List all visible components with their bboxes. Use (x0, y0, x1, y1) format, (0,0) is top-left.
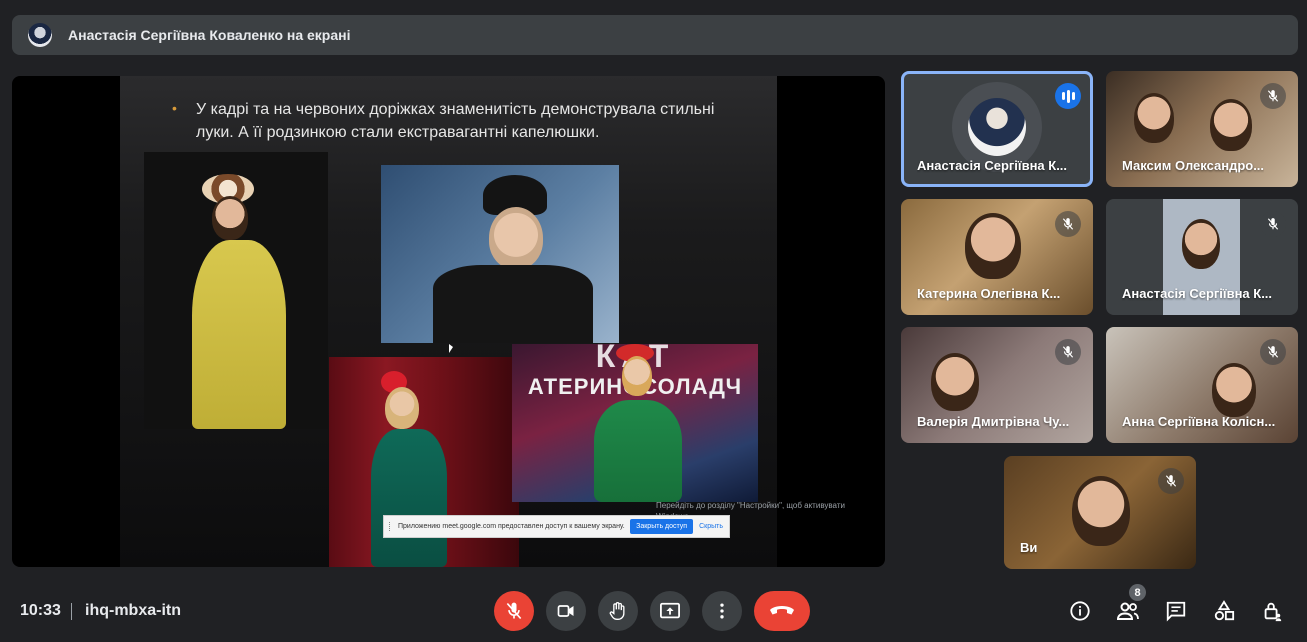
presenting-banner: Анастасія Сергіївна Коваленко на екрані (12, 15, 1298, 55)
chat-icon (1166, 601, 1186, 622)
divider (71, 603, 72, 620)
participant-tile-presenter[interactable]: Анастасія Сергіївна К... (901, 71, 1093, 187)
hand-icon (609, 602, 625, 620)
mic-off-icon (506, 602, 522, 620)
mic-off-icon (1158, 468, 1184, 494)
shapes-icon (1214, 600, 1235, 621)
participant-tile[interactable]: Валерія Дмитрівна Чу... (901, 327, 1093, 443)
clock: 10:33 (20, 602, 61, 619)
lock-person-icon (1264, 602, 1282, 622)
mouse-cursor-icon (449, 344, 453, 353)
participant-tile[interactable]: Анастасія Сергіївна К... (1106, 199, 1298, 315)
people-icon (1116, 602, 1139, 620)
chat-button[interactable] (1163, 598, 1189, 624)
call-end-icon (770, 606, 794, 615)
meeting-details-button[interactable] (1067, 598, 1093, 624)
more-vert-icon (720, 603, 724, 619)
participant-name: Анастасія Сергіївна К... (1122, 286, 1273, 301)
bullet-icon: • (172, 100, 177, 116)
drag-handle-icon[interactable] (389, 522, 392, 531)
slide: • У кадрі та на червоних доріжках знамен… (120, 76, 845, 567)
participant-video (965, 213, 1021, 279)
share-notice-text: Приложению meet.google.com предоставлен … (398, 523, 625, 530)
videocam-icon (557, 605, 574, 617)
participant-video (1134, 93, 1174, 143)
slide-bullet-text: У кадрі та на червоних доріжках знаменит… (196, 101, 715, 141)
self-name: Ви (1020, 540, 1038, 555)
presenting-title: Анастасія Сергіївна Коваленко на екрані (68, 27, 351, 43)
hide-notice-link[interactable]: Скрыть (699, 523, 723, 530)
host-controls-button[interactable] (1259, 598, 1285, 624)
info-icon (1070, 601, 1090, 621)
screen-share-notice: Приложению meet.google.com предоставлен … (383, 515, 730, 538)
raise-hand-button[interactable] (598, 591, 638, 631)
participant-tile[interactable]: Катерина Олегівна К... (901, 199, 1093, 315)
presenter-avatar (28, 23, 52, 47)
participant-video (931, 353, 979, 411)
presentation-stage[interactable]: • У кадрі та на червоних доріжках знамен… (12, 76, 885, 567)
participant-name: Катерина Олегівна К... (917, 286, 1061, 301)
people-button[interactable] (1115, 598, 1141, 624)
present-screen-button[interactable] (650, 591, 690, 631)
microphone-toggle-button[interactable] (494, 591, 534, 631)
speaking-indicator-icon (1055, 83, 1081, 109)
mic-off-icon (1055, 339, 1081, 365)
self-video (1072, 476, 1130, 546)
activities-button[interactable] (1211, 598, 1237, 624)
self-view-tile[interactable]: Ви (1004, 456, 1196, 569)
leave-call-button[interactable] (754, 591, 810, 631)
mic-off-icon (1260, 211, 1286, 237)
stop-sharing-button[interactable]: Закрыть доступ (630, 519, 694, 534)
participant-video (1182, 219, 1220, 269)
participant-name: Валерія Дмитрівна Чу... (917, 414, 1070, 429)
present-to-all-icon (660, 602, 680, 619)
participant-tile[interactable]: Максим Олександро... (1106, 71, 1298, 187)
participant-video (1210, 99, 1252, 151)
mic-off-icon (1260, 83, 1286, 109)
slide-photo-yellow-dress (144, 152, 328, 429)
participant-name: Максим Олександро... (1122, 158, 1265, 173)
mic-off-icon (1260, 339, 1286, 365)
slide-photo-christmas-dress: КАТ АТЕРИНОСОЛАДЧ (512, 344, 758, 502)
camera-toggle-button[interactable] (546, 591, 586, 631)
slide-photo-black-cap (381, 165, 619, 343)
participant-tile[interactable]: Анна Сергіївна Колісн... (1106, 327, 1298, 443)
meeting-code: ihq-mbxa-itn (85, 602, 181, 619)
more-options-button[interactable] (702, 591, 742, 631)
participant-video (1212, 363, 1256, 417)
mic-off-icon (1055, 211, 1081, 237)
participant-name: Анастасія Сергіївна К... (917, 158, 1068, 173)
participant-name: Анна Сергіївна Колісн... (1122, 414, 1276, 429)
